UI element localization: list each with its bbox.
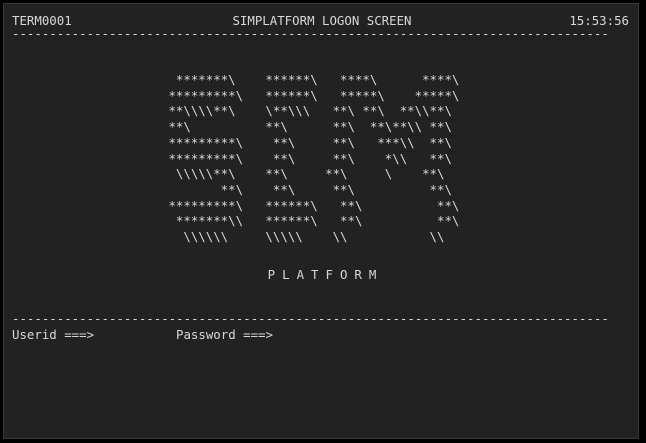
platform-subtitle: PLATFORM	[4, 267, 638, 283]
logo-art-line: \\\\\\ \\\\\ \\ \\	[161, 229, 445, 245]
userid-input[interactable]	[102, 327, 172, 342]
logo-art-line: **\\\\**\ \**\\\ **\ **\ **\\**\	[161, 103, 452, 119]
password-input[interactable]	[284, 327, 404, 342]
logo-art-line: *********\ **\ **\ ***\\ **\	[161, 134, 452, 150]
logo-art-line: *********\ **\ **\ *\\ **\	[161, 150, 452, 166]
password-label: Password ===>	[176, 327, 273, 342]
logo-art-line: *********\ ******\ *****\ *****\	[161, 87, 460, 103]
logo-ascii-art: *******\ ******\ ****\ ****\ *********\ …	[161, 72, 459, 245]
userid-label: Userid ===>	[12, 327, 95, 342]
top-separator: ----------------------------------------…	[12, 26, 609, 41]
subtitle-text: PLATFORM	[267, 267, 384, 282]
logo-art-line: *******\\ ******\ **\ **\	[161, 213, 460, 229]
logo-art-line: *******\ ******\ ****\ ****\	[161, 72, 460, 87]
logo-art-line: \\\\\**\ **\ **\ \ **\	[161, 166, 445, 182]
logo-art-line: **\ **\ **\ **\**\\ **\	[161, 119, 452, 135]
logo-art-line: *********\ ******\ **\ **\	[161, 197, 460, 213]
terminal-screen: TERM0001 SIMPLATFORM LOGON SCREEN 15:53:…	[3, 3, 639, 439]
logo-art-line: **\ **\ **\ **\	[161, 181, 452, 197]
bottom-separator: ----------------------------------------…	[12, 311, 609, 326]
